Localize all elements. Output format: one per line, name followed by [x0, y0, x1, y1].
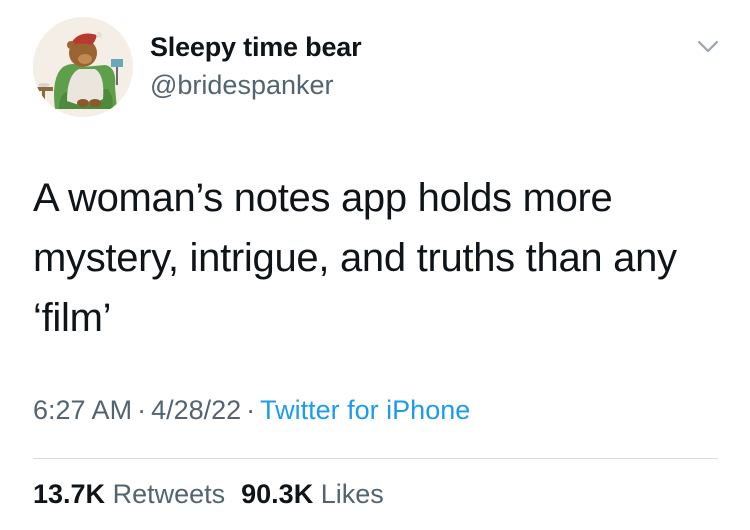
likes-count: 90.3K	[241, 479, 314, 509]
bear-in-armchair-avatar-icon	[33, 17, 133, 117]
tweet-time[interactable]: 6:27 AM	[33, 395, 132, 425]
meta-separator: ·	[246, 395, 256, 425]
tweet-text: A woman’s notes app holds more mystery, …	[33, 176, 677, 340]
likes-stat[interactable]: 90.3K Likes	[241, 479, 384, 509]
tweet-source-link[interactable]: Twitter for iPhone	[260, 395, 470, 425]
tweet-date[interactable]: 4/28/22	[151, 395, 241, 425]
retweets-label: Retweets	[112, 479, 226, 509]
avatar[interactable]	[33, 17, 133, 117]
likes-label: Likes	[320, 479, 384, 509]
tweet-metadata: 6:27 AM · 4/28/22 · Twitter for iPhone	[33, 395, 470, 426]
engagement-stats: 13.7K Retweets 90.3K Likes	[33, 479, 384, 510]
meta-separator: ·	[137, 395, 147, 425]
retweets-count: 13.7K	[33, 479, 106, 509]
divider	[33, 458, 718, 459]
username-handle[interactable]: @bridespanker	[150, 70, 334, 101]
tweet-card: Sleepy time bear @bridespanker A woman’s…	[0, 0, 750, 530]
display-name[interactable]: Sleepy time bear	[150, 32, 362, 63]
retweets-stat[interactable]: 13.7K Retweets	[33, 479, 225, 509]
chevron-down-icon[interactable]	[694, 35, 722, 59]
